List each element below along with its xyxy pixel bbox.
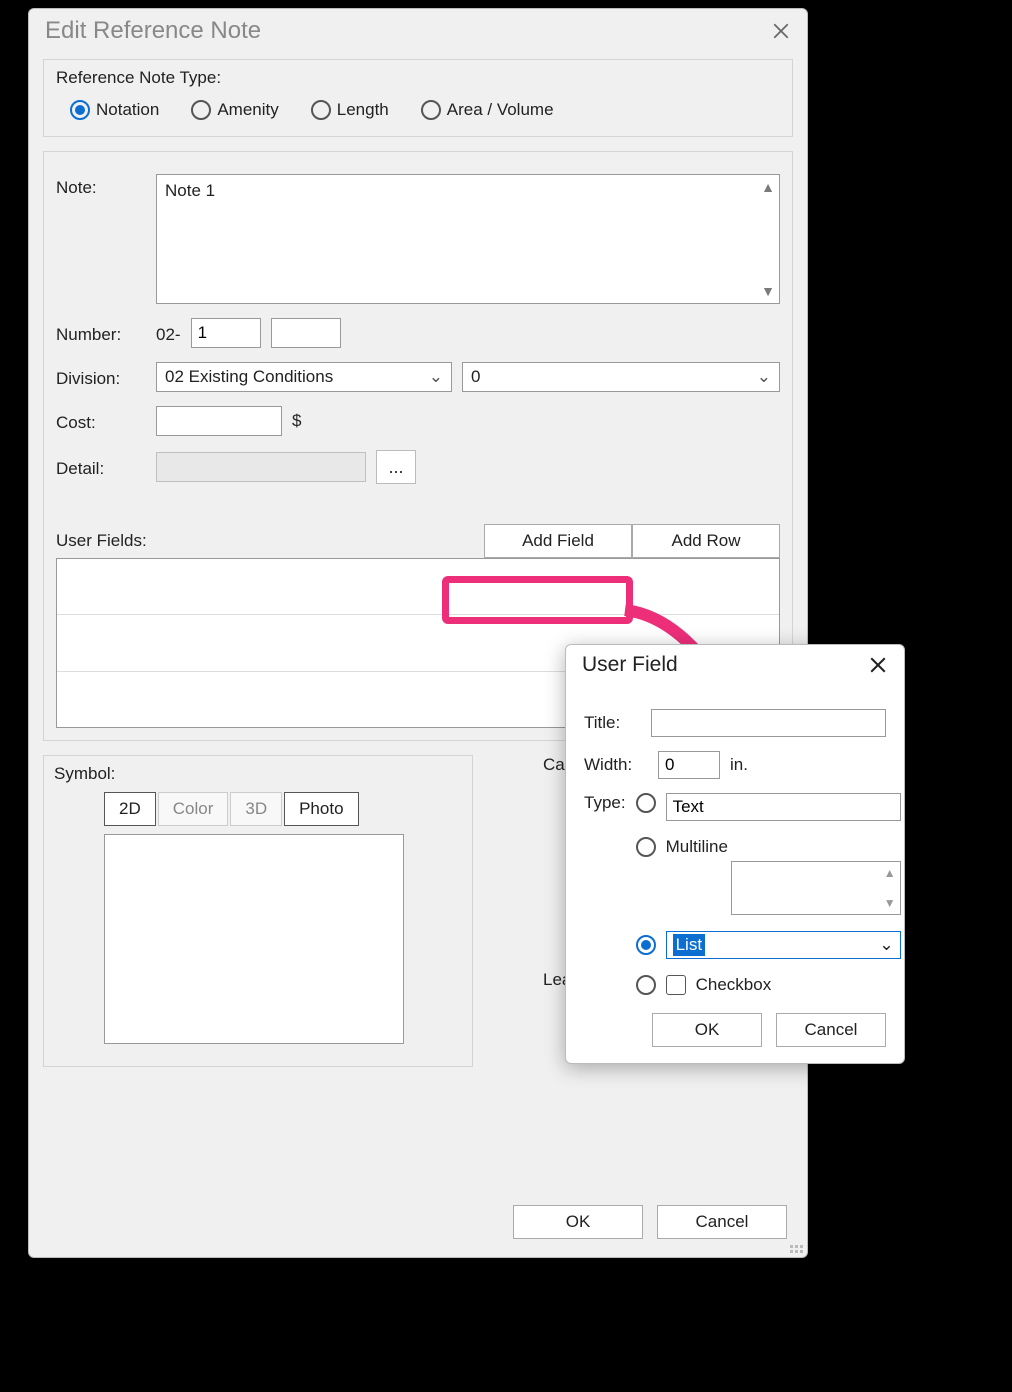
reference-note-type-group: Reference Note Type: Notation Amenity Le… — [43, 59, 793, 137]
detail-browse-button[interactable]: ... — [376, 450, 416, 484]
note-value: Note 1 — [165, 181, 215, 200]
division-select[interactable]: 02 Existing Conditions ⌄ — [156, 362, 452, 392]
close-icon[interactable] — [769, 19, 793, 43]
number-prefix: 02- — [156, 321, 181, 345]
radio-amenity-label: Amenity — [217, 100, 278, 120]
width-input[interactable] — [658, 751, 720, 779]
radio-notation[interactable]: Notation — [70, 100, 159, 120]
width-unit: in. — [730, 755, 748, 775]
user-fields-label: User Fields: — [56, 531, 147, 551]
scroll-up-icon[interactable]: ▲ — [761, 179, 775, 195]
titlebar: Edit Reference Note — [29, 9, 807, 53]
division-label: Division: — [56, 365, 146, 389]
radio-length[interactable]: Length — [311, 100, 389, 120]
division-num-value: 0 — [471, 367, 480, 387]
sub-dialog-title: User Field — [582, 653, 678, 677]
user-field-dialog: User Field Title: Width: in. Type: — [565, 644, 905, 1064]
chevron-down-icon: ⌄ — [757, 367, 771, 387]
number-input[interactable] — [191, 318, 261, 348]
radio-area-label: Area / Volume — [447, 100, 554, 120]
chevron-down-icon: ⌄ — [879, 935, 893, 955]
symbol-tabs: 2D Color 3D Photo — [104, 792, 458, 826]
scroll-down-icon[interactable]: ▼ — [761, 283, 775, 299]
resize-grip-icon[interactable] — [787, 1237, 803, 1253]
add-field-button[interactable]: Add Field — [484, 524, 632, 558]
radio-type-list[interactable] — [636, 935, 656, 955]
sub-titlebar: User Field — [566, 645, 904, 685]
radio-notation-label: Notation — [96, 100, 159, 120]
add-row-button[interactable]: Add Row — [632, 524, 780, 558]
dialog-title: Edit Reference Note — [45, 17, 261, 45]
symbol-group: Symbol: 2D Color 3D Photo — [43, 755, 473, 1067]
multiline-textarea[interactable]: ▲ ▼ — [731, 861, 901, 915]
title-input[interactable] — [651, 709, 886, 737]
tab-color[interactable]: Color — [158, 792, 229, 826]
sub-ok-button[interactable]: OK — [652, 1013, 762, 1047]
radio-length-label: Length — [337, 100, 389, 120]
radio-type-multiline[interactable] — [636, 837, 656, 857]
symbol-preview — [104, 834, 404, 1044]
sub-cancel-button[interactable]: Cancel — [776, 1013, 886, 1047]
detail-field — [156, 452, 366, 482]
radio-type-checkbox[interactable] — [636, 975, 656, 995]
detail-label: Detail: — [56, 455, 146, 479]
note-label: Note: — [56, 174, 146, 198]
radio-area-volume[interactable]: Area / Volume — [421, 100, 554, 120]
scroll-down-icon[interactable]: ▼ — [884, 896, 896, 910]
chevron-down-icon: ⌄ — [429, 367, 443, 387]
tab-2d[interactable]: 2D — [104, 792, 156, 826]
symbol-label: Symbol: — [54, 764, 462, 784]
note-textarea[interactable]: Note 1 ▲ ▼ — [156, 174, 780, 304]
division-value: 02 Existing Conditions — [165, 367, 333, 387]
tab-photo[interactable]: Photo — [284, 792, 358, 826]
cost-label: Cost: — [56, 409, 146, 433]
radio-type-text[interactable] — [636, 793, 656, 813]
radio-amenity[interactable]: Amenity — [191, 100, 278, 120]
annotation-highlight — [442, 576, 633, 624]
type-list-select[interactable]: List ⌄ — [666, 931, 901, 959]
scroll-up-icon[interactable]: ▲ — [884, 866, 896, 880]
cancel-button[interactable]: Cancel — [657, 1205, 787, 1239]
type-checkbox-label: Checkbox — [696, 975, 772, 995]
title-label: Title: — [584, 713, 641, 733]
type-text-input[interactable] — [666, 793, 901, 821]
width-label: Width: — [584, 755, 648, 775]
type-multiline-label: Multiline — [666, 837, 901, 857]
reference-note-type-label: Reference Note Type: — [56, 68, 780, 88]
division-num-select[interactable]: 0 ⌄ — [462, 362, 780, 392]
tab-3d[interactable]: 3D — [230, 792, 282, 826]
type-label: Type: — [584, 793, 626, 813]
dialog-buttons: OK Cancel — [513, 1205, 787, 1239]
number-suffix-input[interactable] — [271, 318, 341, 348]
checkbox-icon[interactable] — [666, 975, 686, 995]
ok-button[interactable]: OK — [513, 1205, 643, 1239]
type-list-value: List — [673, 934, 705, 956]
close-icon[interactable] — [866, 653, 890, 677]
cost-input[interactable] — [156, 406, 282, 436]
cost-currency: $ — [292, 411, 301, 431]
number-label: Number: — [56, 321, 146, 345]
